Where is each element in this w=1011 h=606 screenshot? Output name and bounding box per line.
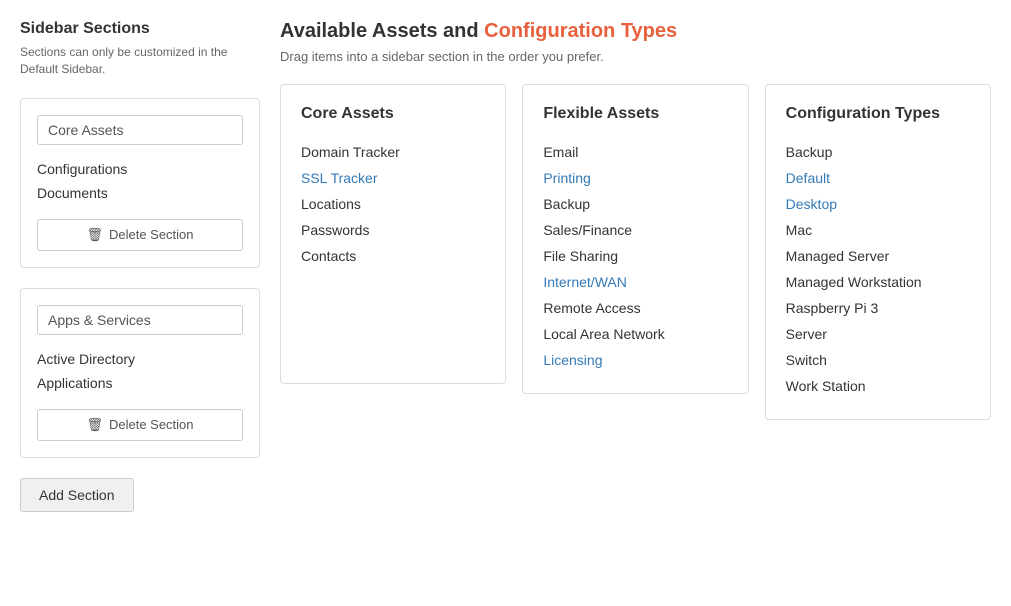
section-title-input-apps-services[interactable] [37,305,243,335]
section-items-core-assets: Configurations Documents [37,157,243,205]
asset-ssl-tracker[interactable]: SSL Tracker [301,165,485,191]
asset-server[interactable]: Server [786,321,970,347]
delete-section-button-apps-services[interactable]: 🗑 Delete Section [37,409,243,441]
asset-domain-tracker[interactable]: Domain Tracker [301,139,485,165]
sidebar-panel: Sidebar Sections Sections can only be cu… [20,20,260,512]
asset-passwords[interactable]: Passwords [301,217,485,243]
core-assets-heading: Core Assets [301,105,485,123]
asset-contacts[interactable]: Contacts [301,243,485,269]
asset-work-station[interactable]: Work Station [786,373,970,399]
page-container: Sidebar Sections Sections can only be cu… [20,20,991,512]
add-section-button[interactable]: Add Section [20,478,134,512]
config-types-column: Configuration Types Backup Default Deskt… [765,84,991,420]
asset-locations[interactable]: Locations [301,191,485,217]
add-section-label: Add Section [39,487,115,503]
section-items-apps-services: Active Directory Applications [37,347,243,395]
asset-file-sharing[interactable]: File Sharing [543,243,727,269]
asset-printing[interactable]: Printing [543,165,727,191]
section-card-apps-services: Active Directory Applications 🗑 Delete S… [20,288,260,458]
asset-desktop[interactable]: Desktop [786,191,970,217]
section-item-configurations[interactable]: Configurations [37,157,243,181]
trash-icon: 🗑 [86,227,103,243]
section-card-core-assets: Configurations Documents 🗑 Delete Sectio… [20,98,260,268]
asset-local-area-network[interactable]: Local Area Network [543,321,727,347]
sidebar-subtitle: Sections can only be customized in the D… [20,44,260,78]
content-title-plain: Available Assets and [280,20,484,42]
flexible-assets-heading: Flexible Assets [543,105,727,123]
content-title: Available Assets and Configuration Types [280,20,991,43]
asset-mac[interactable]: Mac [786,217,970,243]
asset-switch[interactable]: Switch [786,347,970,373]
drag-hint: Drag items into a sidebar section in the… [280,49,991,64]
delete-section-button-core-assets[interactable]: 🗑 Delete Section [37,219,243,251]
asset-licensing[interactable]: Licensing [543,347,727,373]
content-area: Available Assets and Configuration Types… [280,20,991,420]
page-layout: Sidebar Sections Sections can only be cu… [20,20,991,512]
config-types-heading: Configuration Types [786,105,970,123]
section-item-documents[interactable]: Documents [37,181,243,205]
sidebar-title: Sidebar Sections [20,20,260,38]
section-item-active-directory[interactable]: Active Directory [37,347,243,371]
asset-email[interactable]: Email [543,139,727,165]
asset-managed-workstation[interactable]: Managed Workstation [786,269,970,295]
content-title-highlight: Configuration Types [484,20,677,42]
section-item-applications[interactable]: Applications [37,371,243,395]
asset-sales-finance[interactable]: Sales/Finance [543,217,727,243]
columns-layout: Core Assets Domain Tracker SSL Tracker L… [280,84,991,420]
asset-managed-server[interactable]: Managed Server [786,243,970,269]
asset-backup-config[interactable]: Backup [786,139,970,165]
delete-section-label-core-assets: Delete Section [109,227,194,242]
flexible-assets-column: Flexible Assets Email Printing Backup Sa… [522,84,748,394]
asset-internet-wan[interactable]: Internet/WAN [543,269,727,295]
trash-icon-2: 🗑 [86,417,103,433]
asset-backup-flex[interactable]: Backup [543,191,727,217]
core-assets-column: Core Assets Domain Tracker SSL Tracker L… [280,84,506,384]
delete-section-label-apps-services: Delete Section [109,417,194,432]
asset-remote-access[interactable]: Remote Access [543,295,727,321]
asset-raspberry-pi-3[interactable]: Raspberry Pi 3 [786,295,970,321]
asset-default[interactable]: Default [786,165,970,191]
section-title-input-core-assets[interactable] [37,115,243,145]
